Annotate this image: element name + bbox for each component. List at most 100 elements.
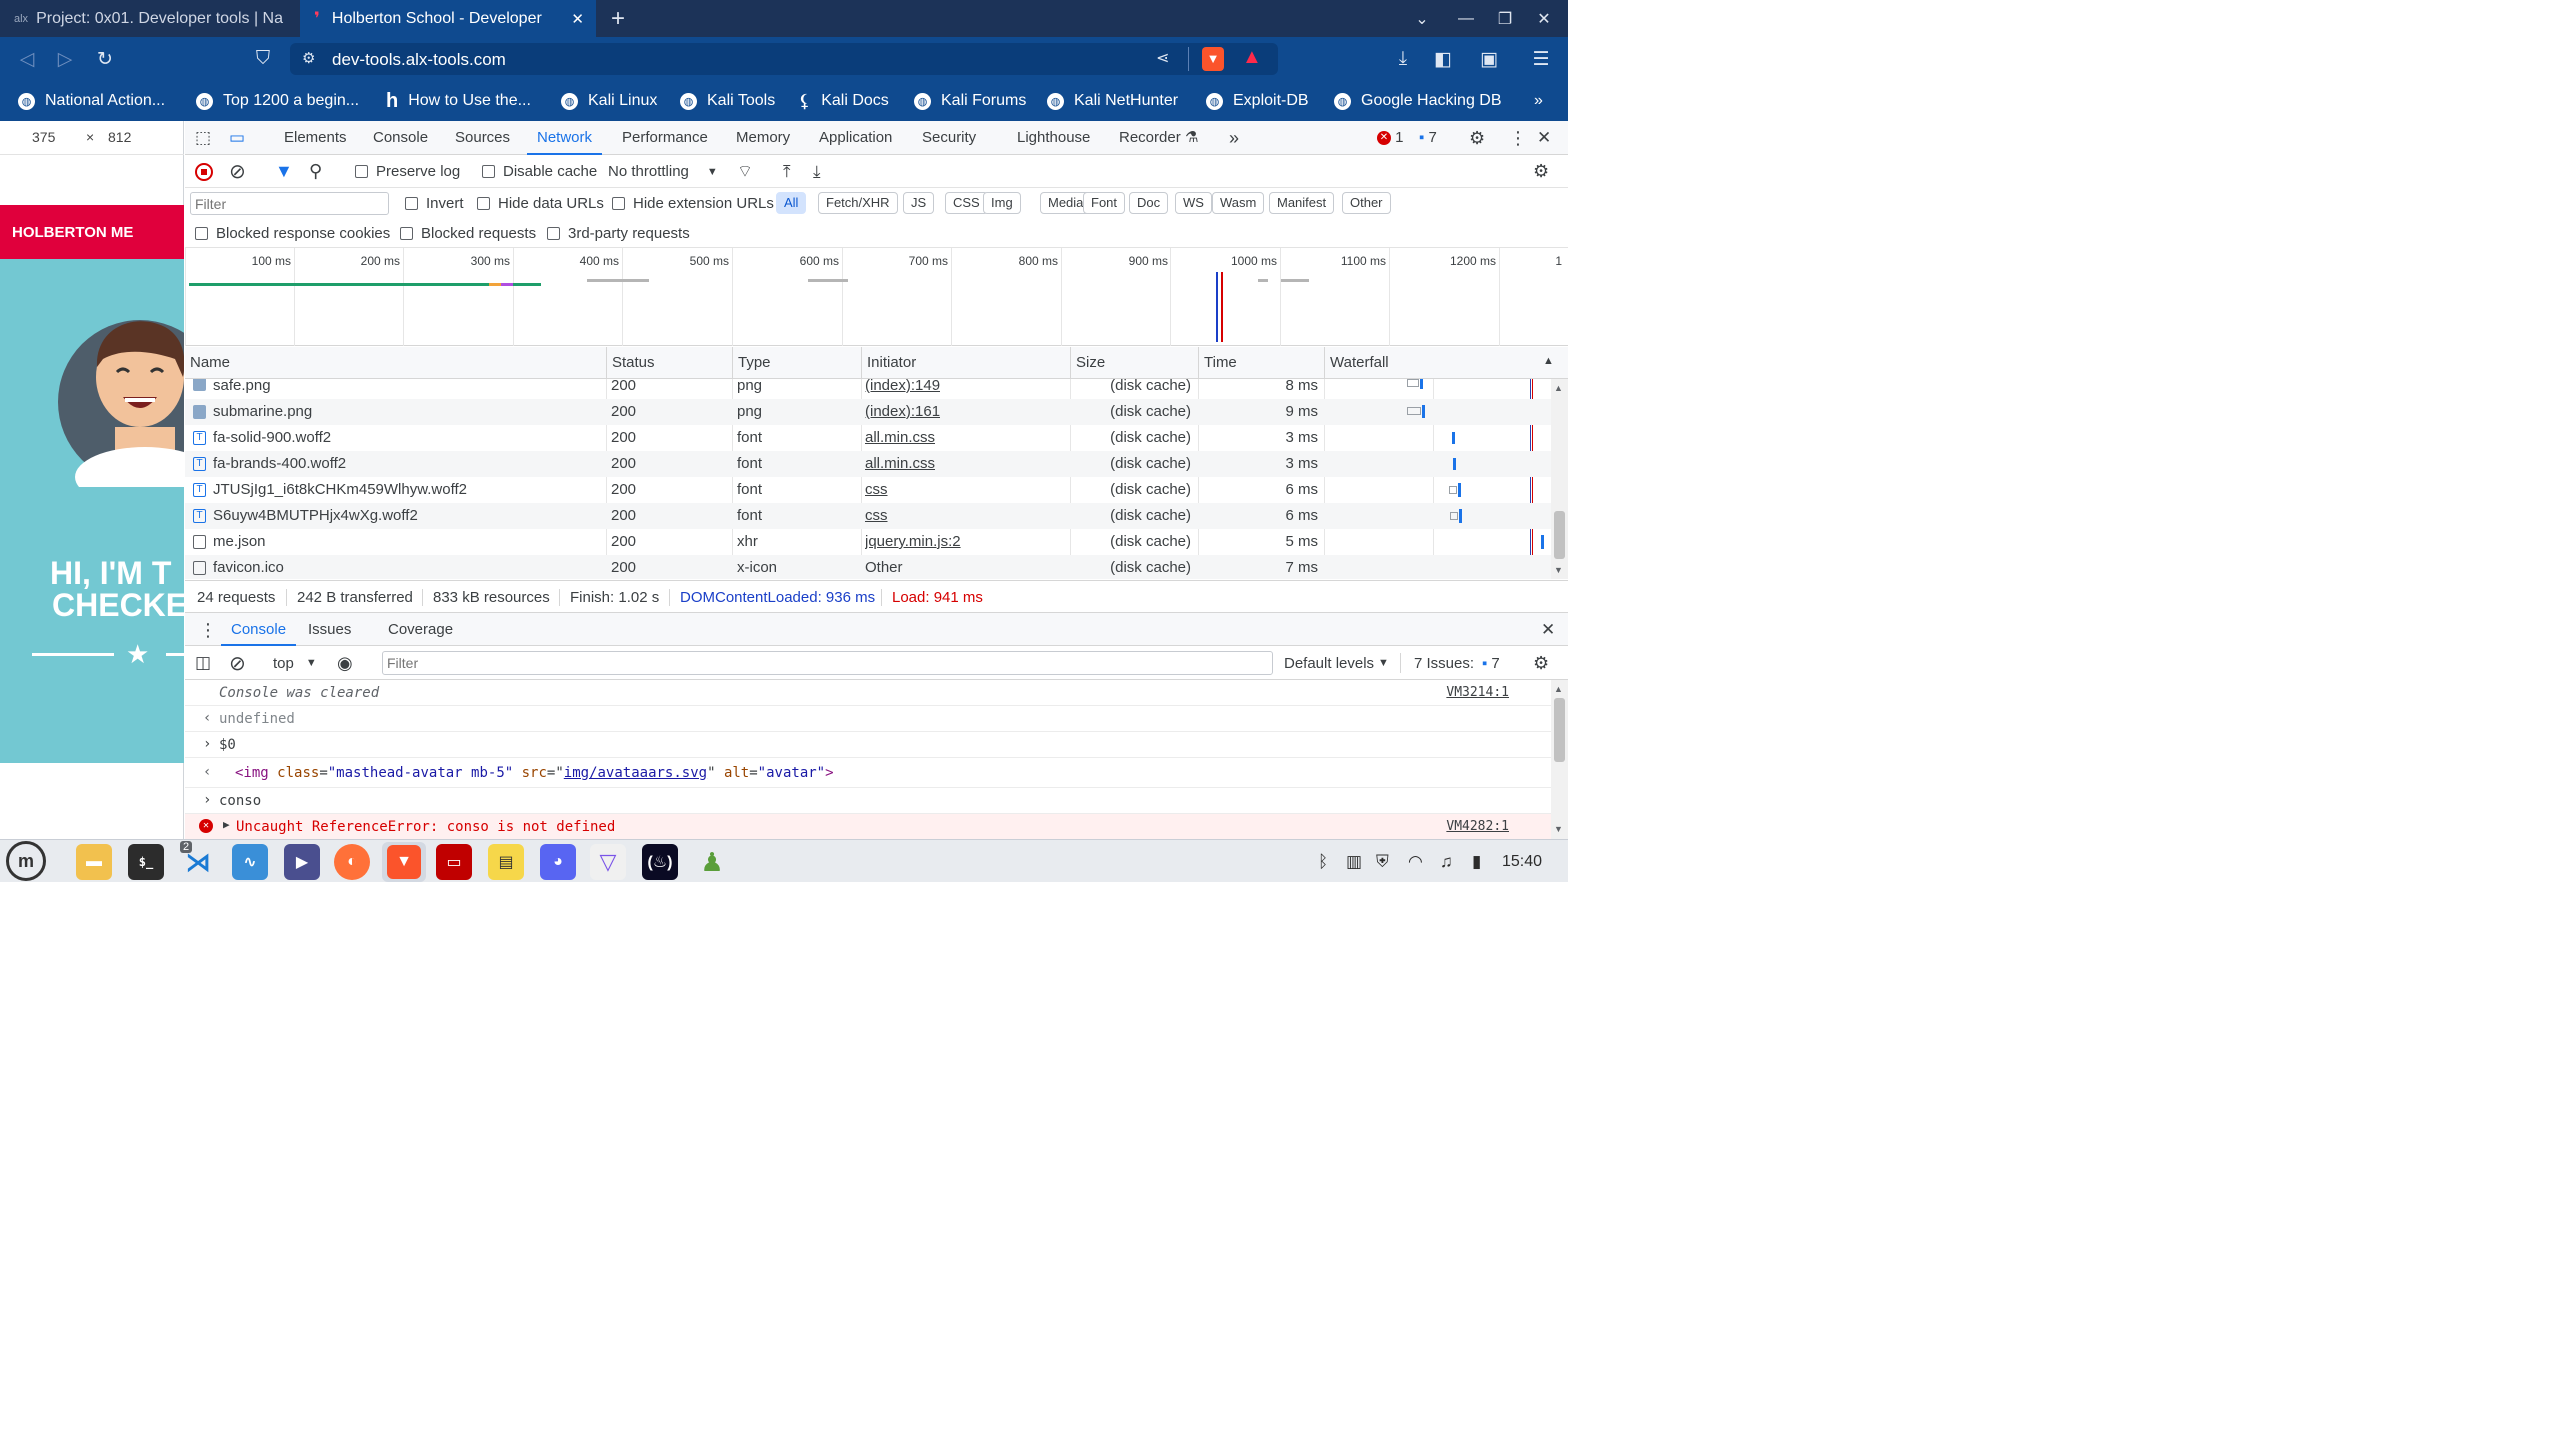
checkbox[interactable] (547, 227, 560, 240)
console-sidebar-icon[interactable]: ◫ (195, 646, 211, 680)
type-filter-fetch-xhr[interactable]: Fetch/XHR (818, 192, 898, 214)
hide-data-urls-checkbox[interactable]: Hide data URLs (477, 188, 604, 219)
media-player-icon[interactable]: ▶ (284, 844, 320, 880)
tab-holberton[interactable]: ❜ Holberton School - Developer ✕ (300, 0, 596, 37)
throttling-select[interactable]: No throttling ▼ (608, 155, 718, 188)
type-filter-js[interactable]: JS (903, 192, 935, 214)
console-settings-gear-icon[interactable]: ⚙ (1533, 646, 1549, 680)
close-drawer-icon[interactable]: ✕ (1541, 613, 1555, 646)
column-status[interactable]: Status (606, 347, 732, 379)
checkbox[interactable] (355, 165, 368, 178)
tab-project[interactable]: alx Project: 0x01. Developer tools | Na (0, 0, 300, 37)
inspect-element-icon[interactable]: ⬚ (195, 121, 211, 155)
battery-icon[interactable]: ▮ (1472, 840, 1481, 883)
menu-icon[interactable]: ☰ (1526, 37, 1556, 81)
volume-icon[interactable]: ♫ (1440, 840, 1453, 883)
context-select[interactable]: top ▼ (273, 646, 317, 680)
more-tabs-icon[interactable]: » (1229, 121, 1239, 155)
live-expression-eye-icon[interactable]: ◉ (337, 646, 353, 680)
message-counter[interactable]: ▪ 7 (1419, 121, 1437, 155)
bookmark-item[interactable]: ◍ Kali Tools (680, 81, 775, 121)
table-scrollbar[interactable]: ▲ ▼ (1551, 379, 1568, 579)
console-scrollbar[interactable]: ▲ ▼ (1551, 680, 1568, 839)
type-filter-manifest[interactable]: Manifest (1269, 192, 1335, 214)
share-icon[interactable]: ⋖ (1156, 48, 1169, 68)
disable-cache-checkbox[interactable]: Disable cache (482, 155, 597, 188)
record-stop-button[interactable] (195, 155, 213, 188)
bluetooth-icon[interactable]: ᛒ (1318, 840, 1328, 883)
shield-icon[interactable]: ⛨ (1376, 840, 1389, 883)
close-window-button[interactable]: ✕ (1524, 0, 1564, 37)
terminal-icon[interactable]: $_ (128, 844, 164, 880)
type-filter-ws[interactable]: WS (1175, 192, 1212, 214)
brave-shields-icon[interactable]: ▼ (1202, 47, 1224, 71)
issues-counter[interactable]: 7 Issues: ▪ 7 (1414, 646, 1500, 680)
checkbox[interactable] (400, 227, 413, 240)
bookmark-item[interactable]: ◍ Kali NetHunter (1047, 81, 1178, 121)
request-initiator[interactable]: css (865, 503, 888, 529)
bookmark-item[interactable]: ◍ Top 1200 a begin... (196, 81, 359, 121)
close-devtools-icon[interactable]: ✕ (1537, 121, 1551, 155)
forward-icon[interactable]: ▷ (50, 37, 80, 81)
tab-application[interactable]: Application (819, 121, 892, 155)
scroll-down-icon[interactable]: ▼ (1554, 824, 1563, 834)
device-width[interactable]: 375 (32, 129, 55, 145)
notes-icon[interactable]: ▤ (488, 844, 524, 880)
import-har-icon[interactable]: ⤒ (783, 155, 791, 188)
request-initiator[interactable]: all.min.css (865, 451, 935, 477)
clear-icon[interactable]: ⊘ (229, 155, 246, 188)
request-name[interactable]: fa-solid-900.woff2 (213, 425, 331, 451)
export-har-icon[interactable]: ⤓ (813, 155, 821, 188)
table-row[interactable]: T fa-solid-900.woff2 200 font all.min.cs… (185, 425, 1551, 451)
table-row[interactable]: safe.png 200 png (index):149 (disk cache… (185, 379, 1551, 399)
close-tab-icon[interactable]: ✕ (571, 10, 584, 28)
type-filter-img[interactable]: Img (983, 192, 1021, 214)
scroll-up-icon[interactable]: ▲ (1554, 383, 1563, 393)
invert-checkbox[interactable]: Invert (405, 188, 464, 219)
checkbox[interactable] (405, 197, 418, 210)
drawer-tab-issues[interactable]: Issues (308, 613, 351, 646)
checkbox[interactable] (612, 197, 625, 210)
downloads-icon[interactable]: ⤓ (1388, 37, 1418, 81)
brave-active-wrap[interactable]: ▼ (382, 842, 426, 882)
scrollbar-thumb[interactable] (1554, 511, 1565, 559)
request-initiator[interactable]: jquery.min.js:2 (865, 529, 961, 555)
table-row[interactable]: me.json 200 xhr jquery.min.js:2 (disk ca… (185, 529, 1551, 555)
request-name[interactable]: favicon.ico (213, 555, 284, 579)
bookmark-item[interactable]: ◍ National Action... (18, 81, 165, 121)
table-row[interactable]: T JTUSjIg1_i6t8kCHKm459Wlhyw.woff2 200 f… (185, 477, 1551, 503)
scroll-down-icon[interactable]: ▼ (1554, 565, 1563, 575)
tab-security[interactable]: Security (922, 121, 976, 155)
console-filter-input[interactable] (382, 651, 1273, 675)
tab-search-chevron-icon[interactable]: ⌄ (1402, 0, 1442, 37)
hide-extension-urls-checkbox[interactable]: Hide extension URLs (612, 188, 774, 219)
blocked-response-cookies-checkbox[interactable]: Blocked response cookies (195, 219, 390, 248)
drawer-menu-icon[interactable]: ⋮ (199, 613, 217, 647)
tab-recorder[interactable]: Recorder (1119, 121, 1181, 155)
mint-menu-icon[interactable]: m (6, 841, 46, 881)
table-row[interactable]: T S6uyw4BMUTPHjx4wXg.woff2 200 font css … (185, 503, 1551, 529)
request-name[interactable]: me.json (213, 529, 266, 555)
bookmark-item[interactable]: ◍ Kali Linux (561, 81, 657, 121)
settings-gear-icon[interactable]: ⚙ (1469, 121, 1485, 155)
freecodecamp-icon[interactable]: (♨) (642, 844, 678, 880)
expand-triangle-icon[interactable]: ▶ (223, 818, 230, 831)
wallet-icon[interactable]: ▣ (1474, 37, 1504, 81)
sidebar-icon[interactable]: ◧ (1428, 37, 1458, 81)
request-name[interactable]: safe.png (213, 379, 271, 399)
bookmark-item[interactable]: h How to Use the... (386, 81, 531, 121)
url-text[interactable]: dev-tools.alx-tools.com (332, 50, 506, 70)
chess-pawn-icon[interactable]: ♟ (694, 844, 730, 880)
minimize-button[interactable]: — (1446, 0, 1486, 37)
bookmark-item[interactable]: ◍ Exploit-DB (1206, 81, 1309, 121)
address-bar[interactable]: ⚙ dev-tools.alx-tools.com ⋖ ▼ ▲ (290, 43, 1278, 75)
site-info-icon[interactable]: ⚙ (302, 49, 315, 67)
request-name[interactable]: fa-brands-400.woff2 (213, 451, 346, 477)
column-type[interactable]: Type (732, 347, 861, 379)
avatar-src-link[interactable]: img/avataaars.svg (564, 765, 707, 781)
tab-memory[interactable]: Memory (736, 121, 790, 155)
request-name[interactable]: submarine.png (213, 399, 312, 425)
column-time[interactable]: Time (1198, 347, 1324, 379)
tab-sources[interactable]: Sources (455, 121, 510, 155)
blocked-requests-checkbox[interactable]: Blocked requests (400, 219, 536, 248)
